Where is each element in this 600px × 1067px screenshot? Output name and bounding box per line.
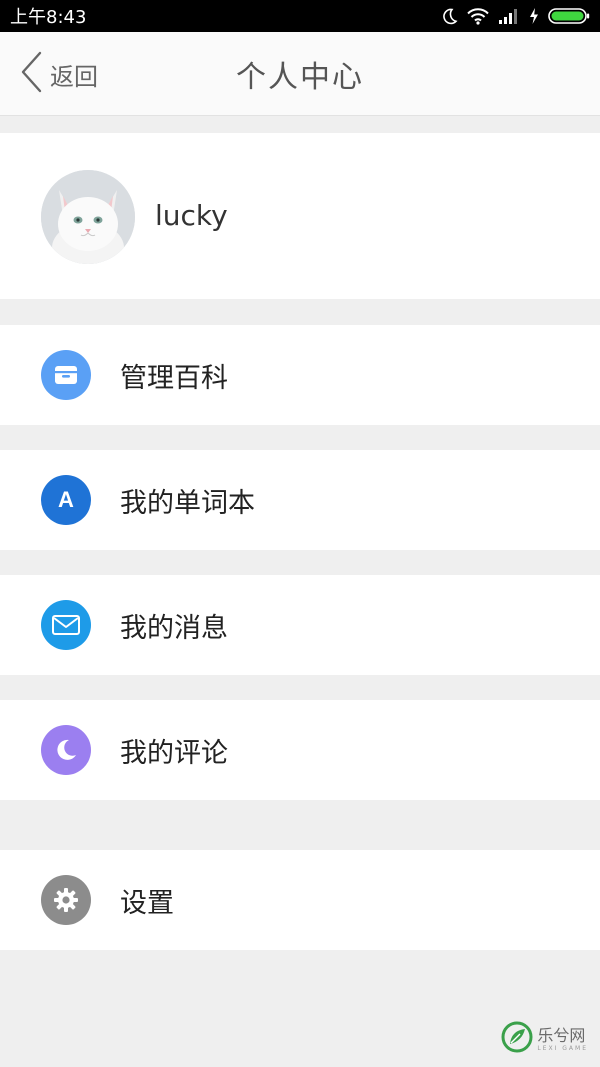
username: lucky <box>155 199 228 232</box>
archive-box-icon <box>41 350 91 400</box>
charging-icon <box>529 7 539 25</box>
menu-item-comments[interactable]: 我的评论 <box>0 700 600 800</box>
leaf-logo-icon <box>501 1021 533 1057</box>
battery-icon <box>548 7 590 25</box>
moon-icon <box>440 7 458 25</box>
gear-icon <box>41 875 91 925</box>
status-icons <box>440 7 590 25</box>
signal-icon <box>498 7 520 25</box>
menu-label: 我的消息 <box>120 612 228 644</box>
menu-item-settings[interactable]: 设置 <box>0 850 600 950</box>
menu-label: 设置 <box>120 887 174 919</box>
chevron-left-icon <box>18 50 44 98</box>
crescent-moon-icon <box>41 725 91 775</box>
profile-card[interactable]: lucky <box>0 133 600 299</box>
menu-label: 我的评论 <box>120 737 228 769</box>
menu-label: 管理百科 <box>120 362 228 394</box>
back-button[interactable]: 返回 <box>18 50 98 98</box>
menu-item-manage-wiki[interactable]: 管理百科 <box>0 325 600 425</box>
icon-letter: A <box>58 487 74 512</box>
menu-label: 我的单词本 <box>120 487 255 519</box>
watermark: 乐兮网 LEXI GAME <box>501 1021 588 1057</box>
status-time: 上午8:43 <box>10 7 87 28</box>
watermark-text-block: 乐兮网 LEXI GAME <box>537 1025 588 1052</box>
cat-avatar-icon <box>41 170 135 264</box>
back-label: 返回 <box>50 62 98 91</box>
watermark-text: 乐兮网 <box>537 1025 586 1045</box>
letter-a-icon: A <box>41 475 91 525</box>
status-bar: 上午8:43 <box>0 0 600 32</box>
watermark-subtext: LEXI GAME <box>537 1044 588 1052</box>
nav-bar: 返回 个人中心 <box>0 32 600 116</box>
menu-item-word-book[interactable]: A 我的单词本 <box>0 450 600 550</box>
envelope-icon <box>41 600 91 650</box>
menu-item-messages[interactable]: 我的消息 <box>0 575 600 675</box>
avatar[interactable] <box>41 170 135 264</box>
wifi-icon <box>467 7 489 25</box>
